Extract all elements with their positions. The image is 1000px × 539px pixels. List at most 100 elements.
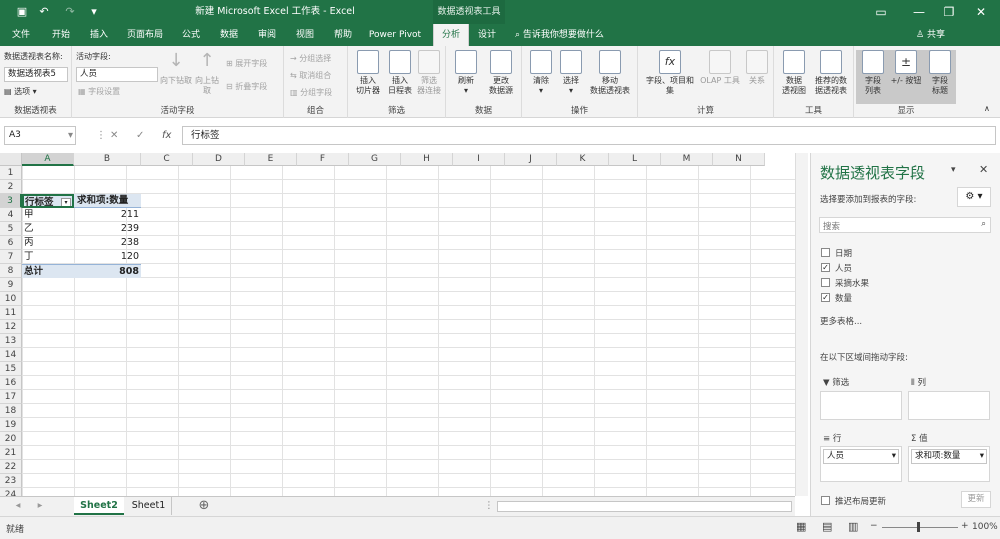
panel-options-icon[interactable]: ▾ [951, 165, 956, 175]
pivot-total-label[interactable]: 总计 [22, 264, 74, 278]
pivot-chart-button[interactable]: 数据 透视图 [778, 50, 810, 96]
formula-input[interactable]: 行标签 [182, 126, 996, 145]
clear-button[interactable]: 清除 ▾ [526, 50, 556, 96]
tab-file[interactable]: 文件 [6, 24, 36, 46]
zoom-out-icon[interactable]: − [870, 521, 878, 531]
row-header-8[interactable]: 8 [0, 264, 22, 278]
update-button[interactable]: 更新 [961, 491, 991, 508]
field-label[interactable]: 数量 [835, 292, 852, 304]
tab-page-layout[interactable]: 页面布局 [122, 24, 168, 46]
field-checkbox[interactable] [821, 278, 830, 287]
split-handle-icon[interactable]: ⋮ [484, 497, 494, 515]
tab-home[interactable]: 开始 [44, 24, 78, 46]
column-header-e[interactable]: E [245, 153, 297, 166]
pivot-row-label[interactable]: 丁 [22, 250, 74, 264]
row-header-24[interactable]: 24 [0, 488, 22, 496]
undo-icon[interactable]: ↶ [36, 4, 52, 20]
tell-me-search[interactable]: ⌕ 告诉我你想要做什么 [515, 24, 604, 46]
options-button[interactable]: ▤ 选项 ▾ [4, 86, 37, 97]
group-selection-button[interactable]: → 分组选择 [290, 53, 331, 64]
collapse-ribbon-icon[interactable]: ∧ [984, 104, 990, 113]
recommended-pivot-button[interactable]: 推荐的数 据透视表 [810, 50, 852, 96]
row-header-12[interactable]: 12 [0, 320, 22, 334]
column-header-b[interactable]: B [74, 153, 141, 166]
tab-insert[interactable]: 插入 [82, 24, 116, 46]
prev-sheet-icon[interactable]: ◂ [12, 497, 24, 515]
pivot-header-label[interactable]: 行标签 ▾ [22, 194, 74, 208]
filter-connections-button[interactable]: 筛选 器连接 [414, 50, 444, 96]
add-sheet-icon[interactable]: ⊕ [196, 497, 212, 515]
tab-power-pivot[interactable]: Power Pivot [362, 24, 428, 46]
collapse-field-button[interactable]: ⊟ 折叠字段 [226, 81, 267, 92]
vertical-scrollbar[interactable] [795, 153, 808, 496]
row-header-23[interactable]: 23 [0, 474, 22, 488]
column-header-a[interactable]: A [22, 153, 74, 166]
field-label[interactable]: 采摘水果 [835, 277, 869, 289]
plus-minus-button[interactable]: ± +/- 按钮 [888, 50, 924, 86]
select-button[interactable]: 选择 ▾ [556, 50, 586, 96]
pivot-row-label[interactable]: 丙 [22, 236, 74, 250]
tab-review[interactable]: 审阅 [250, 24, 284, 46]
normal-view-icon[interactable]: ▦ [796, 520, 806, 533]
pivot-row-value[interactable]: 239 [74, 222, 141, 236]
customize-qat-icon[interactable]: ▾ [86, 4, 102, 20]
filters-drop-area[interactable] [820, 391, 902, 420]
row-header-9[interactable]: 9 [0, 278, 22, 292]
ungroup-button[interactable]: ⇆ 取消组合 [290, 70, 331, 81]
zoom-level[interactable]: 100% [972, 522, 998, 532]
drill-up-button[interactable]: ↑ 向上钻 取 [192, 50, 222, 96]
pivot-header-value[interactable]: 求和项:数量 [74, 194, 141, 208]
zoom-in-icon[interactable]: + [961, 521, 969, 531]
column-header-m[interactable]: M [661, 153, 713, 166]
change-source-button[interactable]: 更改 数据源 [482, 50, 520, 96]
tab-analyze[interactable]: 分析 [433, 24, 469, 46]
row-header-11[interactable]: 11 [0, 306, 22, 320]
row-header-4[interactable]: 4 [0, 208, 22, 222]
cancel-icon[interactable]: ✕ [110, 126, 118, 145]
pivot-name-input[interactable]: 数据透视表5 [4, 67, 68, 82]
tab-design[interactable]: 设计 [472, 24, 502, 46]
name-box[interactable]: A3 [4, 126, 76, 145]
column-header-l[interactable]: L [609, 153, 661, 166]
ribbon-display-icon[interactable]: ▭ [866, 0, 896, 24]
row-header-22[interactable]: 22 [0, 460, 22, 474]
field-checkbox[interactable]: ✓ [821, 263, 830, 272]
column-header-j[interactable]: J [505, 153, 557, 166]
field-headers-button[interactable]: 字段 标题 [924, 50, 956, 96]
zoom-slider[interactable] [882, 527, 958, 528]
row-header-20[interactable]: 20 [0, 432, 22, 446]
row-header-7[interactable]: 7 [0, 250, 22, 264]
select-all-corner[interactable] [0, 153, 22, 166]
fields-items-sets-button[interactable]: fx 字段、项目和 集 [640, 50, 700, 96]
rows-field-pill[interactable]: 人员 ▾ [823, 449, 899, 464]
restore-icon[interactable]: ❐ [934, 0, 964, 24]
values-field-pill[interactable]: 求和项:数量 ▾ [911, 449, 987, 464]
pivot-total-value[interactable]: 808 [74, 264, 141, 278]
column-header-g[interactable]: G [349, 153, 401, 166]
next-sheet-icon[interactable]: ▸ [34, 497, 46, 515]
olap-tools-button[interactable]: OLAP 工具 [698, 50, 742, 86]
row-header-10[interactable]: 10 [0, 292, 22, 306]
row-header-2[interactable]: 2 [0, 180, 22, 194]
row-header-14[interactable]: 14 [0, 348, 22, 362]
field-settings-button[interactable]: ▦ 字段设置 [78, 86, 120, 97]
row-header-13[interactable]: 13 [0, 334, 22, 348]
panel-close-icon[interactable]: ✕ [979, 163, 988, 176]
row-header-5[interactable]: 5 [0, 222, 22, 236]
filter-dropdown-icon[interactable]: ▾ [61, 198, 71, 206]
row-header-18[interactable]: 18 [0, 404, 22, 418]
page-break-view-icon[interactable]: ▥ [848, 520, 858, 533]
panel-settings-gear-icon[interactable]: ⚙ ▾ [957, 187, 991, 207]
move-pivot-button[interactable]: 移动 数据透视表 [584, 50, 636, 96]
enter-icon[interactable]: ✓ [136, 126, 144, 145]
column-header-c[interactable]: C [141, 153, 193, 166]
field-list-button[interactable]: 字段 列表 [856, 50, 890, 96]
row-header-17[interactable]: 17 [0, 390, 22, 404]
group-field-button[interactable]: ▥ 分组字段 [290, 87, 332, 98]
column-header-i[interactable]: I [453, 153, 505, 166]
page-layout-view-icon[interactable]: ▤ [822, 520, 832, 533]
insert-function-icon[interactable]: fx [162, 126, 171, 145]
pill-dropdown-icon[interactable]: ▾ [980, 450, 984, 463]
column-header-f[interactable]: F [297, 153, 349, 166]
expand-field-button[interactable]: ⊞ 展开字段 [226, 58, 267, 69]
